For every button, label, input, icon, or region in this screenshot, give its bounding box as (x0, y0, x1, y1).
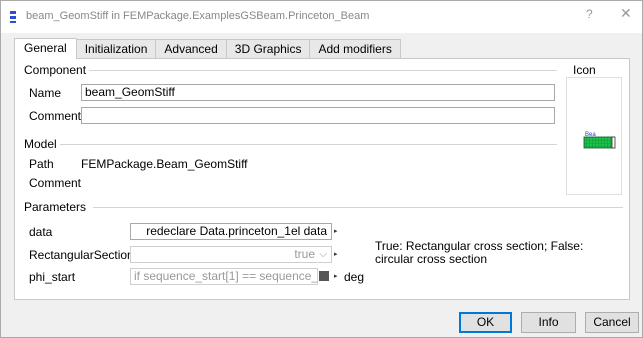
tab-add-modifiers[interactable]: Add modifiers (310, 39, 401, 59)
path-value: FEMPackage.Beam_GeomStiff (81, 157, 248, 171)
title-bar: beam_GeomStiff in FEMPackage.ExamplesGSB… (1, 1, 642, 33)
model-icon: Bea (583, 132, 616, 149)
window-title: beam_GeomStiff in FEMPackage.ExamplesGSB… (26, 10, 370, 22)
path-label: Path (29, 157, 54, 171)
component-comment-label: Comment (29, 109, 82, 123)
parameters-legend: Parameters (24, 200, 90, 214)
param-dropdown-rectangularsection[interactable]: true ⌵ (130, 246, 332, 263)
param-unit-phi-start: deg (344, 270, 365, 284)
info-button[interactable]: Info (521, 312, 576, 333)
cancel-button[interactable]: Cancel (585, 312, 639, 333)
tab-3d-graphics[interactable]: 3D Graphics (226, 39, 311, 59)
model-comment-label: Comment (29, 176, 82, 190)
param-menu-arrow-data[interactable]: ▸ (334, 227, 338, 235)
edit-matrix-icon[interactable] (319, 271, 329, 281)
chevron-down-icon: ⌵ (319, 249, 327, 260)
param-description-rectangularsection: True: Rectangular cross section; False: … (375, 239, 584, 266)
param-menu-arrow-rectangularsection[interactable]: ▸ (334, 250, 338, 258)
general-panel: Component Name beam_GeomStiff Comment Be… (14, 58, 630, 300)
app-icon (10, 11, 16, 23)
parameters-divider (93, 207, 623, 208)
icon-preview-box: Bea (566, 77, 622, 195)
tab-general[interactable]: General (14, 38, 77, 59)
tab-bar: General Initialization Advanced 3D Graph… (14, 38, 401, 59)
param-field-phi-start[interactable]: if sequence_start[1] == sequence_an (130, 268, 318, 285)
param-menu-arrow-phi-start[interactable]: ▸ (334, 272, 338, 280)
tab-advanced[interactable]: Advanced (156, 39, 227, 59)
tab-initialization[interactable]: Initialization (76, 39, 157, 59)
param-label-data: data (29, 225, 53, 239)
component-divider (81, 70, 557, 71)
param-label-rectangularsection: RectangularSection (29, 248, 134, 262)
name-label: Name (29, 86, 62, 100)
model-icon-text: Bea (585, 132, 596, 138)
close-button[interactable]: ✕ (620, 5, 632, 22)
model-divider (57, 144, 557, 145)
help-button[interactable]: ? (586, 7, 593, 21)
param-dropdown-value: true (294, 247, 315, 261)
component-legend: Component (24, 63, 90, 77)
icon-legend: Icon (571, 63, 599, 77)
name-field[interactable]: beam_GeomStiff (81, 84, 555, 101)
component-comment-field[interactable] (81, 107, 555, 124)
dialog-window: beam_GeomStiff in FEMPackage.ExamplesGSB… (0, 0, 643, 338)
param-label-phi-start: phi_start (29, 270, 76, 284)
param-field-data[interactable]: redeclare Data.princeton_1el data (130, 223, 332, 240)
ok-button[interactable]: OK (459, 312, 512, 333)
model-legend: Model (24, 137, 60, 151)
